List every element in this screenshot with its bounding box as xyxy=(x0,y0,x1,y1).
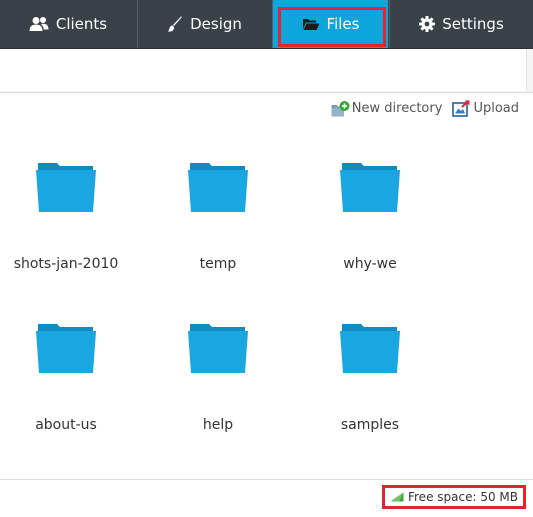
free-space-text: Free space: 50 MB xyxy=(407,490,518,504)
tab-clients[interactable]: Clients xyxy=(0,0,136,48)
upload-button[interactable]: Upload xyxy=(452,100,519,117)
folder-label: shots-jan-2010 xyxy=(13,256,119,272)
tab-clients-label: Clients xyxy=(55,15,108,33)
folder-icon xyxy=(36,324,96,373)
folder-label: temp xyxy=(199,256,237,272)
folder-icon xyxy=(36,163,96,212)
gear-icon xyxy=(419,16,436,32)
folder-label: why-we xyxy=(343,256,397,272)
folder-item[interactable]: shots-jan-2010 xyxy=(11,162,121,282)
upload-label: Upload xyxy=(473,101,519,116)
tab-files-label: Files xyxy=(326,15,360,33)
toolbar-area xyxy=(0,49,527,91)
signal-icon xyxy=(390,492,404,502)
folder-label: help xyxy=(202,417,234,433)
folder-label: about-us xyxy=(35,417,97,433)
folder-item[interactable]: about-us xyxy=(11,323,121,443)
bottom-divider xyxy=(0,479,533,480)
users-icon xyxy=(29,16,49,32)
folder-label: samples xyxy=(340,417,400,433)
folder-open-icon xyxy=(302,17,320,31)
tab-design[interactable]: Design xyxy=(137,0,271,48)
top-navigation: Clients Design Files Settings xyxy=(0,0,533,49)
new-directory-button[interactable]: New directory xyxy=(331,100,443,117)
tab-settings[interactable]: Settings xyxy=(389,0,533,48)
brush-icon xyxy=(167,16,183,32)
file-actions: New directory Upload xyxy=(321,100,519,117)
new-folder-icon xyxy=(331,100,350,117)
free-space-indicator: Free space: 50 MB xyxy=(382,485,526,509)
folder-item[interactable]: why-we xyxy=(315,162,425,282)
tab-files[interactable]: Files xyxy=(272,0,388,48)
folder-icon xyxy=(340,324,400,373)
folder-icon xyxy=(340,163,400,212)
tab-settings-label: Settings xyxy=(442,15,504,33)
tab-design-label: Design xyxy=(190,15,242,33)
folder-icon xyxy=(188,163,248,212)
new-directory-label: New directory xyxy=(351,101,443,116)
folder-icon xyxy=(188,324,248,373)
toolbar-strip xyxy=(0,49,533,93)
upload-icon xyxy=(452,100,471,117)
folder-item[interactable]: samples xyxy=(315,323,425,443)
folder-item[interactable]: help xyxy=(163,323,273,443)
folder-item[interactable]: temp xyxy=(163,162,273,282)
